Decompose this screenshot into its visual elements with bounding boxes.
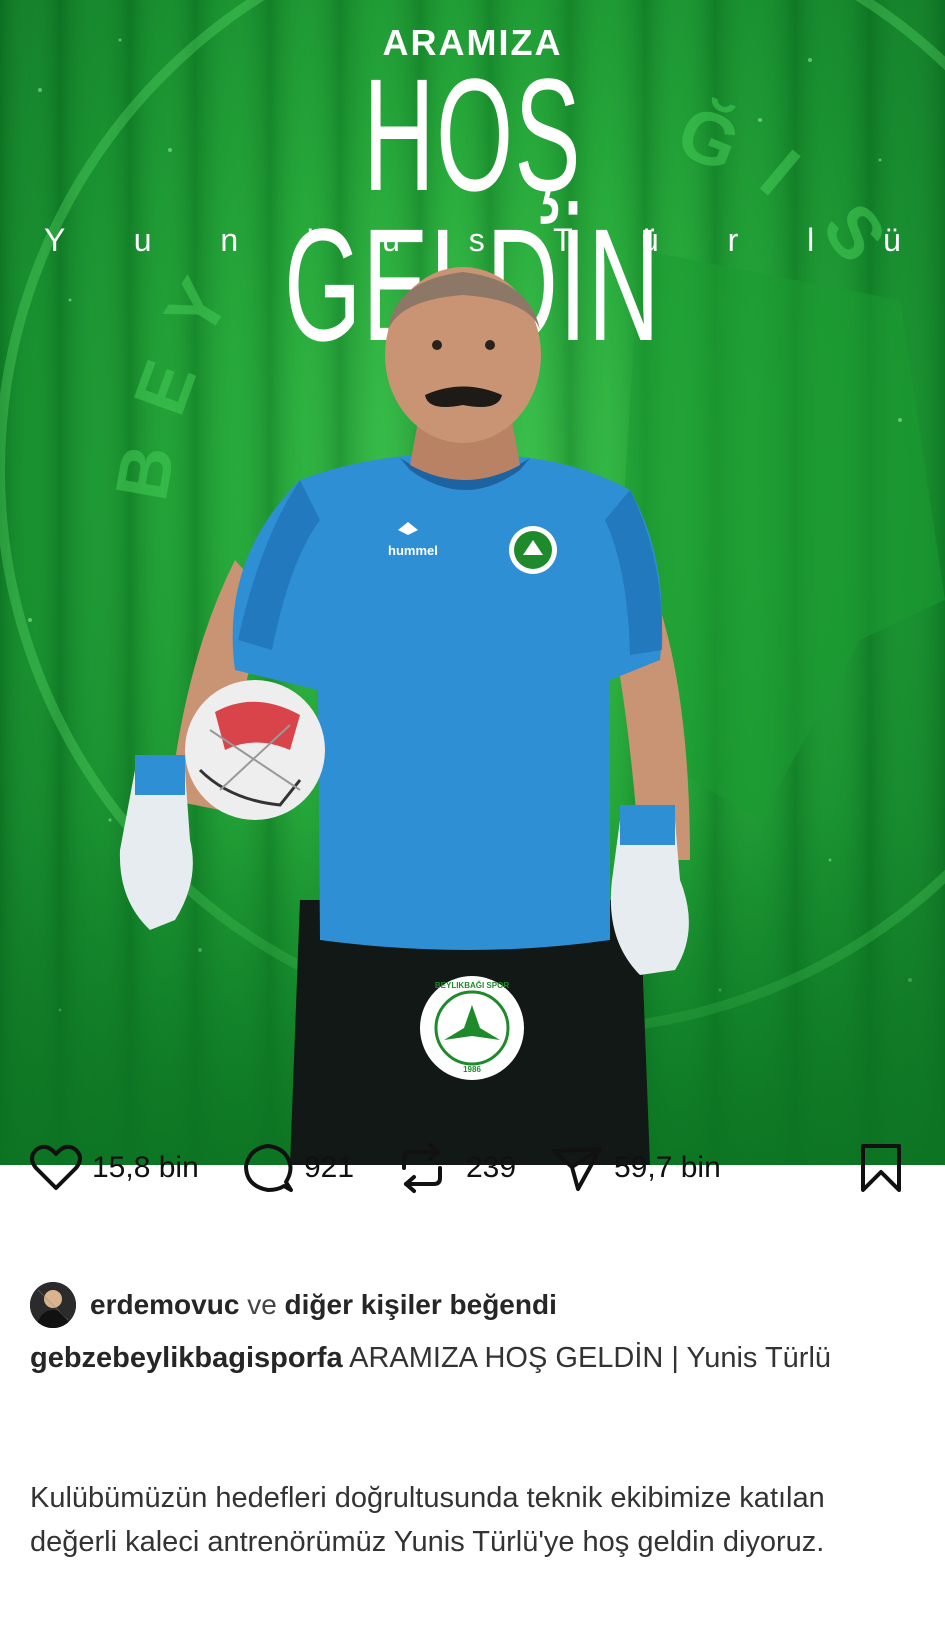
caption-username[interactable]: gebzebeylikbagisporfa <box>30 1342 343 1374</box>
liked-by-text: erdemovuc ve diğer kişiler beğendi <box>90 1289 557 1321</box>
bookmark-action[interactable] <box>858 1128 904 1208</box>
repost-count[interactable]: 239 <box>466 1151 516 1185</box>
like-count[interactable]: 15,8 bin <box>92 1151 199 1185</box>
svg-text:hummel: hummel <box>388 543 438 558</box>
avatar[interactable] <box>30 1282 76 1328</box>
liked-by-others[interactable]: diğer kişiler beğendi <box>285 1289 557 1320</box>
caption-headline: ARAMIZA HOŞ GELDİN | Yunis Türlü <box>349 1342 832 1374</box>
repost-action[interactable]: 239 <box>394 1128 516 1208</box>
send-icon[interactable] <box>550 1143 604 1193</box>
liked-by-row: erdemovuc ve diğer kişiler beğendi <box>30 1282 557 1328</box>
svg-text:BEYLIKBAĞI SPOR: BEYLIKBAĞI SPOR <box>435 981 509 990</box>
comment-action[interactable]: 921 <box>242 1128 354 1208</box>
post-image[interactable]: B E Y Ğ I S ARAMIZA HOŞ GELDİN Y u n ' u… <box>0 0 945 1165</box>
liked-by-connector: ve <box>247 1289 277 1320</box>
like-action[interactable]: 15,8 bin <box>30 1128 199 1208</box>
repost-icon[interactable] <box>394 1142 450 1194</box>
heart-icon[interactable] <box>30 1144 82 1192</box>
share-action[interactable]: 59,7 bin <box>550 1128 721 1208</box>
caption-body: Kulübümüzün hedefleri doğrultusunda tekn… <box>30 1482 825 1558</box>
svg-text:1986: 1986 <box>463 1065 481 1074</box>
avatar-image <box>30 1282 76 1328</box>
share-count[interactable]: 59,7 bin <box>614 1151 721 1185</box>
comment-icon[interactable] <box>242 1142 294 1194</box>
bookmark-icon[interactable] <box>858 1142 904 1194</box>
post-action-bar: 15,8 bin 921 239 59,7 bin <box>0 1128 945 1208</box>
liked-by-user[interactable]: erdemovuc <box>90 1289 239 1320</box>
player-figure: hummel BEYLIKBAĞI SPOR 1986 <box>119 267 690 1165</box>
post-caption: gebzebeylikbagisporfa ARAMIZA HOŞ GELDİN… <box>30 1336 910 1380</box>
comment-count[interactable]: 921 <box>304 1151 354 1185</box>
